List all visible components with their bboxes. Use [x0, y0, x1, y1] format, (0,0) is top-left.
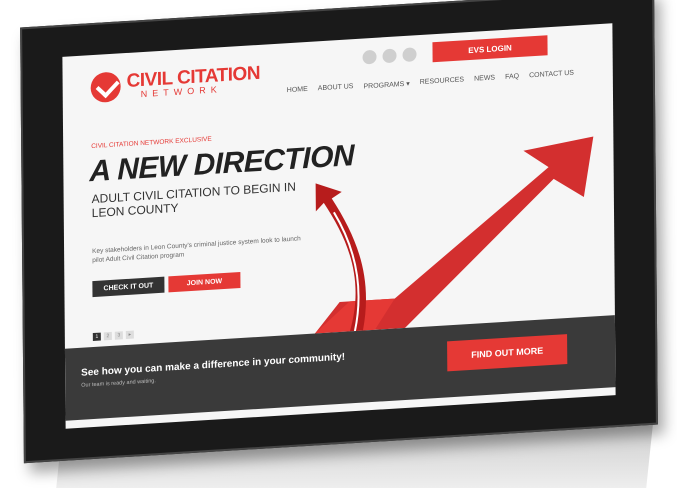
hero-slider: CIVIL CITATION NETWORK EXCLUSIVE A NEW D…: [63, 105, 615, 349]
nav-item-about[interactable]: ABOUT US: [318, 83, 354, 93]
nav-item-contact[interactable]: CONTACT US: [529, 70, 574, 81]
nav-item-programs[interactable]: PROGRAMS ▾: [363, 80, 409, 91]
logo-icon: [90, 71, 121, 104]
social-links: [362, 47, 417, 65]
social-icon-2[interactable]: [382, 48, 397, 64]
join-now-button[interactable]: JOIN NOW: [168, 272, 241, 293]
nav-item-resources[interactable]: RESOURCES: [420, 76, 464, 87]
cta-subtitle: Our team is ready and waiting.: [81, 378, 156, 389]
slider-pagination: 1 2 3 ▸: [92, 330, 134, 342]
check-it-out-button[interactable]: CHECK IT OUT: [92, 276, 165, 298]
social-icon-3[interactable]: [402, 47, 417, 63]
evs-login-button[interactable]: EVS LOGIN: [432, 35, 548, 63]
main-nav: HOME ABOUT US PROGRAMS ▾ RESOURCES NEWS …: [287, 70, 574, 96]
cta-title: See how you can make a difference in you…: [81, 351, 346, 379]
slide-2-button[interactable]: 2: [103, 331, 112, 341]
slide-1-button[interactable]: 1: [92, 332, 101, 342]
slide-3-button[interactable]: 3: [114, 331, 123, 340]
nav-item-faq[interactable]: FAQ: [505, 73, 519, 82]
nav-item-home[interactable]: HOME: [287, 86, 308, 95]
tablet-frame: CIVIL CITATION NETWORK EVS LOGIN HOME AB…: [20, 0, 658, 464]
nav-item-news[interactable]: NEWS: [474, 74, 495, 83]
social-icon-1[interactable]: [362, 49, 377, 65]
site-logo[interactable]: CIVIL CITATION NETWORK: [90, 63, 261, 104]
next-slide-button[interactable]: ▸: [125, 330, 134, 340]
website-screen: CIVIL CITATION NETWORK EVS LOGIN HOME AB…: [62, 23, 616, 429]
find-out-more-button[interactable]: FIND OUT MORE: [447, 334, 568, 372]
